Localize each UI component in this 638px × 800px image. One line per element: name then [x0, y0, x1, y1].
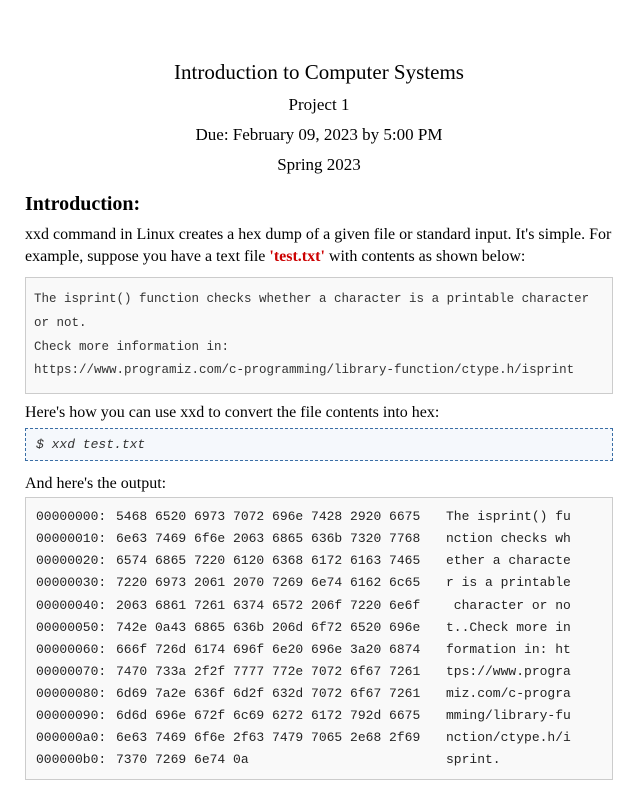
hex-address: 00000000:	[36, 506, 116, 528]
hex-dump-row: 00000020:6574 6865 7220 6120 6368 6172 6…	[36, 550, 602, 572]
hex-dump-row: 00000000:5468 6520 6973 7072 696e 7428 2…	[36, 506, 602, 528]
hex-dump-output: 00000000:5468 6520 6973 7072 696e 7428 2…	[25, 497, 613, 780]
hex-bytes: 5468 6520 6973 7072 696e 7428 2920 6675	[116, 506, 446, 528]
hex-address: 00000070:	[36, 661, 116, 683]
hex-address: 00000050:	[36, 617, 116, 639]
command-block: $ xxd test.txt	[25, 428, 613, 461]
hex-address: 000000b0:	[36, 749, 116, 771]
hex-ascii: t..Check more in	[446, 617, 571, 639]
semester: Spring 2023	[25, 155, 613, 175]
document-header: Introduction to Computer Systems Project…	[25, 60, 613, 175]
hex-address: 00000020:	[36, 550, 116, 572]
convert-instruction: Here's how you can use xxd to convert th…	[25, 404, 613, 422]
hex-bytes: 6d69 7a2e 636f 6d2f 632d 7072 6f67 7261	[116, 683, 446, 705]
intro-heading: Introduction:	[25, 193, 613, 216]
project-title: Project 1	[25, 95, 613, 115]
hex-ascii: nction checks wh	[446, 528, 571, 550]
hex-address: 00000080:	[36, 683, 116, 705]
hex-dump-row: 00000070:7470 733a 2f2f 7777 772e 7072 6…	[36, 661, 602, 683]
hex-bytes: 2063 6861 7261 6374 6572 206f 7220 6e6f	[116, 595, 446, 617]
hex-bytes: 7370 7269 6e74 0a	[116, 749, 446, 771]
hex-ascii: character or no	[446, 595, 571, 617]
hex-bytes: 6d6d 696e 672f 6c69 6272 6172 792d 6675	[116, 705, 446, 727]
hex-ascii: r is a printable	[446, 572, 571, 594]
hex-bytes: 742e 0a43 6865 636b 206d 6f72 6520 696e	[116, 617, 446, 639]
hex-ascii: miz.com/c-progra	[446, 683, 571, 705]
hex-dump-row: 00000060:666f 726d 6174 696f 6e20 696e 3…	[36, 639, 602, 661]
hex-bytes: 7470 733a 2f2f 7777 772e 7072 6f67 7261	[116, 661, 446, 683]
hex-ascii: sprint.	[446, 749, 501, 771]
hex-ascii: nction/ctype.h/i	[446, 727, 571, 749]
hex-ascii: ether a characte	[446, 550, 571, 572]
file-contents-block: The isprint() function checks whether a …	[25, 277, 613, 394]
hex-address: 000000a0:	[36, 727, 116, 749]
hex-dump-row: 000000b0:7370 7269 6e74 0asprint.	[36, 749, 602, 771]
course-title: Introduction to Computer Systems	[25, 60, 613, 85]
hex-dump-row: 00000090:6d6d 696e 672f 6c69 6272 6172 7…	[36, 705, 602, 727]
hex-dump-row: 00000050:742e 0a43 6865 636b 206d 6f72 6…	[36, 617, 602, 639]
intro-paragraph: xxd command in Linux creates a hex dump …	[25, 224, 613, 267]
hex-dump-row: 000000a0:6e63 7469 6f6e 2f63 7479 7065 2…	[36, 727, 602, 749]
hex-address: 00000090:	[36, 705, 116, 727]
hex-bytes: 6e63 7469 6f6e 2063 6865 636b 7320 7768	[116, 528, 446, 550]
output-label: And here's the output:	[25, 475, 613, 493]
hex-address: 00000030:	[36, 572, 116, 594]
hex-bytes: 7220 6973 2061 2070 7269 6e74 6162 6c65	[116, 572, 446, 594]
hex-bytes: 6e63 7469 6f6e 2f63 7479 7065 2e68 2f69	[116, 727, 446, 749]
hex-bytes: 666f 726d 6174 696f 6e20 696e 3a20 6874	[116, 639, 446, 661]
hex-dump-row: 00000080:6d69 7a2e 636f 6d2f 632d 7072 6…	[36, 683, 602, 705]
intro-text-suffix: with contents as shown below:	[325, 248, 525, 265]
hex-ascii: The isprint() fu	[446, 506, 571, 528]
hex-dump-row: 00000040:2063 6861 7261 6374 6572 206f 7…	[36, 595, 602, 617]
hex-address: 00000040:	[36, 595, 116, 617]
filename-highlight: 'test.txt'	[269, 248, 325, 265]
due-date: Due: February 09, 2023 by 5:00 PM	[25, 125, 613, 145]
hex-dump-row: 00000010:6e63 7469 6f6e 2063 6865 636b 7…	[36, 528, 602, 550]
hex-ascii: mming/library-fu	[446, 705, 571, 727]
hex-dump-row: 00000030:7220 6973 2061 2070 7269 6e74 6…	[36, 572, 602, 594]
hex-bytes: 6574 6865 7220 6120 6368 6172 6163 7465	[116, 550, 446, 572]
hex-address: 00000060:	[36, 639, 116, 661]
hex-address: 00000010:	[36, 528, 116, 550]
hex-ascii: tps://www.progra	[446, 661, 571, 683]
hex-ascii: formation in: ht	[446, 639, 571, 661]
